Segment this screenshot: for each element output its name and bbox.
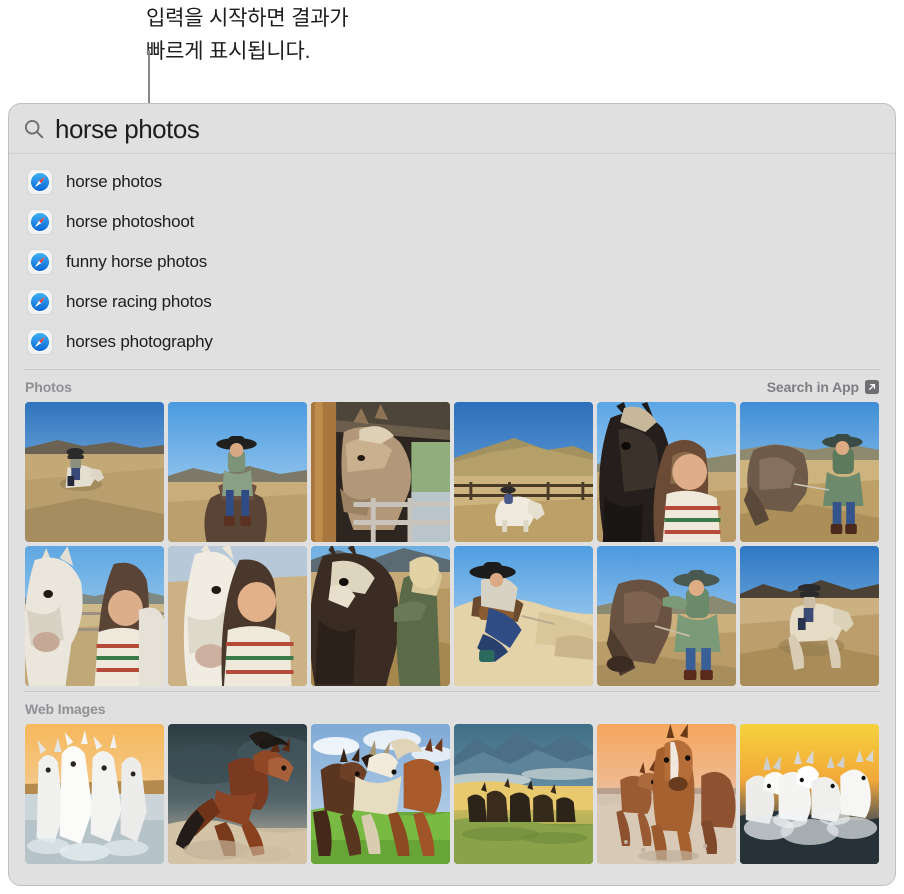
photo-thumbnail[interactable] [454, 546, 593, 686]
photos-row-2 [9, 546, 895, 690]
web-image [454, 724, 593, 864]
search-icon [24, 119, 44, 138]
suggestion-label: funny horse photos [66, 252, 207, 271]
suggestion-list: horse photos horse photoshoot funny hors… [9, 154, 895, 368]
web-image [25, 724, 164, 864]
web-images-row-1 [9, 724, 895, 868]
suggestion-label: horse photos [66, 172, 162, 191]
photo-thumbnail[interactable] [168, 402, 307, 542]
photo-image [740, 546, 879, 686]
web-image-thumbnail[interactable] [597, 724, 736, 864]
photo-image [740, 402, 879, 542]
photo-image [597, 402, 736, 542]
photo-thumbnail[interactable] [597, 546, 736, 686]
search-in-app-button[interactable]: Search in App [767, 379, 879, 395]
photo-thumbnail[interactable] [454, 402, 593, 542]
photo-thumbnail[interactable] [597, 402, 736, 542]
external-link-icon [865, 380, 879, 394]
web-image-thumbnail[interactable] [454, 724, 593, 864]
photos-row-1 [9, 402, 895, 546]
photo-thumbnail[interactable] [25, 546, 164, 686]
web-image [311, 724, 450, 864]
suggestion-item-3[interactable]: horse racing photos [9, 282, 895, 322]
section-header-photos: Photos Search in App [9, 370, 895, 402]
web-image-thumbnail[interactable] [25, 724, 164, 864]
safari-icon [27, 289, 53, 315]
photo-image [454, 546, 593, 686]
web-image [597, 724, 736, 864]
photo-thumbnail[interactable] [740, 402, 879, 542]
search-input-value[interactable]: horse photos [55, 114, 200, 144]
safari-icon [27, 209, 53, 235]
photo-thumbnail[interactable] [25, 402, 164, 542]
photo-image [597, 546, 736, 686]
web-image [740, 724, 879, 864]
search-results-panel: horse photos horse photos horse photosho… [8, 103, 896, 886]
photo-image [25, 402, 164, 542]
photo-image [168, 546, 307, 686]
callout-leader-line [148, 50, 150, 106]
suggestion-item-1[interactable]: horse photoshoot [9, 202, 895, 242]
section-title-web-images: Web Images [25, 701, 106, 717]
suggestion-item-4[interactable]: horses photography [9, 322, 895, 362]
suggestion-item-0[interactable]: horse photos [9, 162, 895, 202]
suggestion-label: horse racing photos [66, 292, 212, 311]
suggestion-label: horse photoshoot [66, 212, 195, 231]
suggestion-label: horses photography [66, 332, 213, 351]
web-image-thumbnail[interactable] [168, 724, 307, 864]
photo-image [25, 546, 164, 686]
photo-image [168, 402, 307, 542]
callout-text: 입력을 시작하면 결과가 빠르게 표시됩니다. [146, 7, 349, 63]
search-field[interactable]: horse photos [9, 104, 895, 154]
photo-thumbnail[interactable] [311, 546, 450, 686]
safari-icon [27, 169, 53, 195]
photo-thumbnail[interactable] [740, 546, 879, 686]
photo-image [311, 402, 450, 542]
section-title-photos: Photos [25, 379, 72, 395]
suggestion-item-2[interactable]: funny horse photos [9, 242, 895, 282]
photo-image [454, 402, 593, 542]
web-image [168, 724, 307, 864]
photo-thumbnail[interactable] [168, 546, 307, 686]
photo-thumbnail[interactable] [311, 402, 450, 542]
safari-icon [27, 249, 53, 275]
search-in-app-label: Search in App [766, 379, 859, 395]
photo-image [311, 546, 450, 686]
section-header-web-images: Web Images [9, 692, 895, 724]
web-image-thumbnail[interactable] [740, 724, 879, 864]
safari-icon [27, 329, 53, 355]
web-image-thumbnail[interactable] [311, 724, 450, 864]
